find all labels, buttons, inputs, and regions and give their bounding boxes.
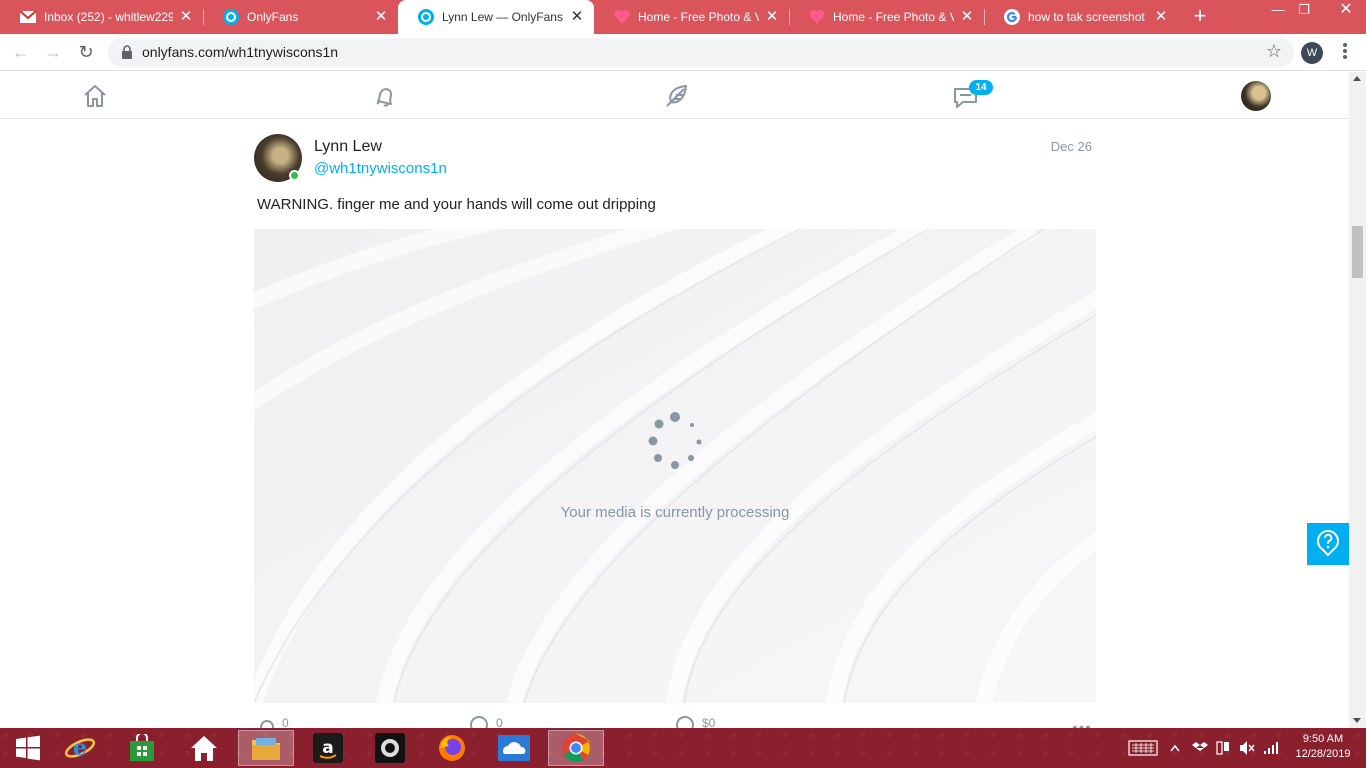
back-button[interactable]: ←: [8, 40, 34, 66]
close-icon[interactable]: ✕: [374, 9, 388, 24]
scrollbar-thumb[interactable]: [1352, 226, 1363, 278]
chrome-icon[interactable]: [548, 730, 604, 766]
tab-google-search[interactable]: how to tak screenshot w ✕: [984, 0, 1178, 34]
svg-text:e: e: [73, 735, 87, 761]
post-card: Lynn Lew @wh1tnywiscons1n Dec 26 WARNING…: [254, 120, 1096, 730]
internet-explorer-icon[interactable]: e: [52, 730, 108, 766]
onlyfans-icon: [418, 9, 434, 25]
profile-avatar[interactable]: W: [1301, 42, 1323, 64]
tab-free-photo-2[interactable]: Home - Free Photo & Vi ✕: [789, 0, 984, 34]
tab-title: Home - Free Photo & Vi: [638, 10, 759, 24]
tab-onlyfans[interactable]: OnlyFans ✕: [203, 0, 398, 34]
close-icon[interactable]: ✕: [570, 9, 584, 24]
post-date[interactable]: Dec 26: [1051, 139, 1092, 154]
window-close-button[interactable]: ✕: [1326, 0, 1366, 30]
site-nav: 14: [0, 72, 1349, 119]
media-placeholder[interactable]: Your media is currently processing: [254, 229, 1096, 703]
author-name[interactable]: Lynn Lew: [314, 138, 382, 156]
volume-muted-icon[interactable]: [1239, 728, 1257, 768]
amazon-icon[interactable]: a: [300, 730, 356, 766]
author-handle[interactable]: @wh1tnywiscons1n: [314, 160, 447, 177]
post-text: WARNING. finger me and your hands will c…: [257, 196, 656, 213]
onlyfans-icon: [223, 9, 239, 25]
forward-button[interactable]: →: [40, 40, 66, 66]
page-scrollbar[interactable]: [1349, 72, 1366, 728]
dropbox-icon[interactable]: [1192, 728, 1208, 768]
close-icon[interactable]: ✕: [1154, 9, 1168, 24]
feather-icon[interactable]: [662, 82, 690, 110]
heart-icon: [809, 9, 825, 25]
tab-gmail[interactable]: Inbox (252) - whitlew229 ✕: [0, 0, 203, 34]
scroll-up-arrow-icon[interactable]: [1353, 76, 1361, 81]
loading-spinner-icon: [648, 412, 702, 469]
taskbar-clock[interactable]: 9:50 AM 12/28/2019: [1290, 732, 1356, 762]
google-icon: [1004, 9, 1020, 25]
close-icon[interactable]: ✕: [765, 9, 779, 24]
signal-strength-icon[interactable]: [1263, 728, 1279, 768]
gmail-icon: [20, 9, 36, 25]
address-bar[interactable]: onlyfans.com/wh1tnywiscons1n ☆: [108, 38, 1294, 67]
file-explorer-icon[interactable]: [238, 730, 294, 766]
close-icon[interactable]: ✕: [960, 9, 974, 24]
url-text[interactable]: onlyfans.com/wh1tnywiscons1n: [142, 44, 338, 60]
restore-button[interactable]: ❐: [1284, 0, 1324, 30]
home-icon[interactable]: [81, 82, 109, 110]
clock-time: 9:50 AM: [1302, 733, 1344, 745]
network-status-icon[interactable]: [1215, 728, 1231, 768]
avatar[interactable]: [1241, 81, 1271, 111]
tab-title: OnlyFans: [247, 10, 299, 24]
help-button[interactable]: [1307, 523, 1349, 565]
camera-icon[interactable]: [362, 730, 418, 766]
bookmark-star-icon[interactable]: ☆: [1266, 41, 1282, 62]
bell-icon[interactable]: [371, 82, 399, 110]
tab-title: Home - Free Photo & Vi: [833, 10, 954, 24]
svg-text:a: a: [322, 738, 333, 758]
close-icon[interactable]: ✕: [179, 9, 193, 24]
windows-start-icon[interactable]: [0, 730, 56, 766]
tab-strip: Inbox (252) - whitlew229 ✕ OnlyFans ✕ Ly…: [0, 0, 1366, 34]
media-processing-text: Your media is currently processing: [560, 504, 790, 521]
windows-taskbar: e a 9:50 AM 12/28/2019: [0, 728, 1366, 768]
tab-lynn-lew[interactable]: Lynn Lew — OnlyFans ✕: [398, 0, 594, 34]
new-tab-button[interactable]: +: [1188, 4, 1212, 28]
heart-icon: [614, 9, 630, 25]
home-icon[interactable]: [176, 730, 232, 766]
clock-date: 12/28/2019: [1295, 748, 1351, 760]
onedrive-icon[interactable]: [486, 730, 542, 766]
tab-free-photo-1[interactable]: Home - Free Photo & Vi ✕: [594, 0, 789, 34]
help-question-icon: [1317, 530, 1339, 557]
store-icon[interactable]: [114, 730, 170, 766]
firefox-icon[interactable]: [424, 730, 480, 766]
reload-button[interactable]: ↻: [73, 40, 99, 66]
messages-badge: 14: [969, 80, 993, 95]
scroll-down-arrow-icon[interactable]: [1353, 718, 1361, 723]
tab-title: Lynn Lew — OnlyFans: [442, 10, 563, 24]
chrome-menu-icon[interactable]: [1340, 42, 1350, 62]
browser-toolbar: ← → ↻ onlyfans.com/wh1tnywiscons1n ☆ W: [0, 34, 1366, 71]
tab-title: Inbox (252) - whitlew229: [44, 10, 173, 24]
show-hidden-icons-icon[interactable]: [1170, 728, 1180, 768]
tab-title: how to tak screenshot w: [1028, 10, 1148, 24]
online-status-dot: [289, 170, 300, 181]
lock-icon: [122, 45, 132, 59]
keyboard-icon[interactable]: [1128, 728, 1158, 768]
